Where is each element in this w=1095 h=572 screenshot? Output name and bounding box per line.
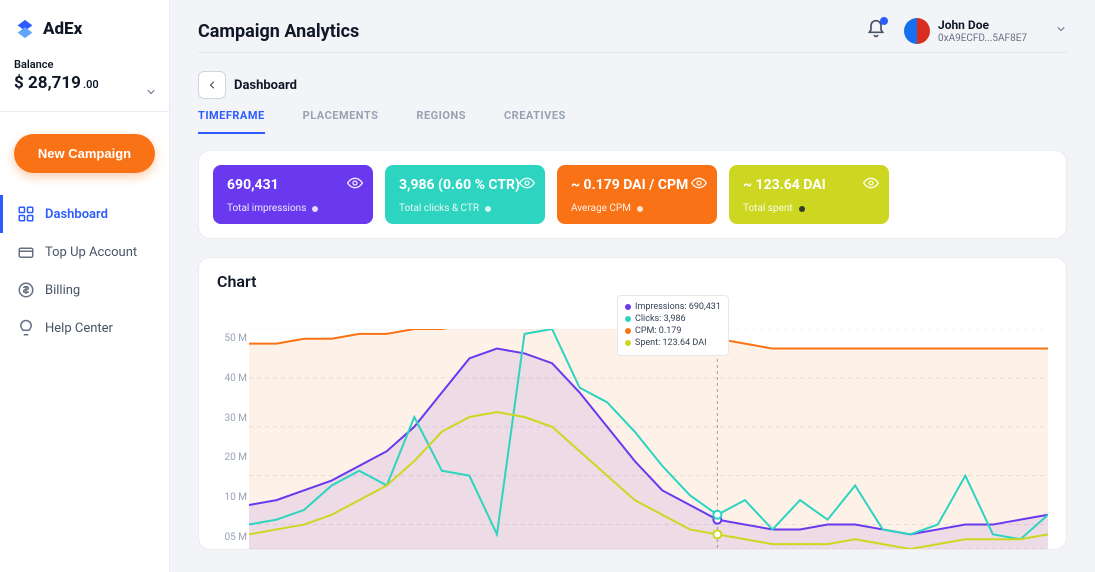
sidebar-item-help[interactable]: Help Center bbox=[0, 309, 169, 347]
y-axis-labels: 50 M 40 M 30 M 20 M 10 M 05 M bbox=[217, 333, 247, 543]
legend-dot-icon bbox=[625, 304, 631, 310]
dot-icon bbox=[485, 206, 491, 212]
eye-icon[interactable] bbox=[691, 175, 707, 191]
sidebar-item-dashboard[interactable]: Dashboard bbox=[0, 195, 169, 233]
sidebar-item-billing[interactable]: Billing bbox=[0, 271, 169, 309]
sidebar-item-label: Billing bbox=[45, 283, 80, 298]
breadcrumb: Dashboard bbox=[234, 78, 297, 93]
kpi-value: 690,431 bbox=[227, 177, 359, 193]
y-tick: 10 M bbox=[217, 492, 247, 503]
notification-dot bbox=[880, 17, 888, 25]
topbar: Campaign Analytics John Doe 0xA9ECFD...5… bbox=[198, 18, 1067, 44]
legend-spent: Spent: 123.64 DAI bbox=[635, 337, 707, 349]
sidebar-item-topup[interactable]: Top Up Account bbox=[0, 233, 169, 271]
eye-icon[interactable] bbox=[347, 175, 363, 191]
chart-card: Chart Impressions: 690,431 Clicks: 3,986… bbox=[198, 257, 1067, 550]
tab-timeframe[interactable]: TIMEFRAME bbox=[198, 109, 265, 134]
kpi-sub: Average CPM bbox=[571, 203, 631, 214]
dot-icon bbox=[799, 206, 805, 212]
balance-cents: .00 bbox=[83, 78, 99, 91]
eye-icon[interactable] bbox=[863, 175, 879, 191]
adex-icon bbox=[14, 18, 36, 40]
chart-tooltip: Impressions: 690,431 Clicks: 3,986 CPM: … bbox=[617, 295, 729, 356]
topup-icon bbox=[17, 243, 35, 261]
billing-icon bbox=[17, 281, 35, 299]
sidebar-item-label: Help Center bbox=[45, 321, 113, 336]
brand-logo: AdEx bbox=[0, 18, 169, 58]
kpi-sub: Total clicks & CTR bbox=[399, 203, 479, 214]
y-tick: 40 M bbox=[217, 373, 247, 384]
notifications-button[interactable] bbox=[866, 19, 886, 43]
balance-label: Balance bbox=[14, 58, 155, 71]
sidebar: AdEx Balance $ 28,719 .00 New Campaign D… bbox=[0, 0, 170, 572]
chart-title: Chart bbox=[217, 272, 1048, 291]
legend-dot-icon bbox=[625, 316, 631, 322]
tabs: TIMEFRAME PLACEMENTS REGIONS CREATIVES bbox=[198, 109, 1067, 134]
kpi-clicks[interactable]: 3,986 (0.60 % CTR) Total clicks & CTR bbox=[385, 165, 545, 224]
dashboard-icon bbox=[17, 205, 35, 223]
sidebar-item-label: Top Up Account bbox=[45, 245, 137, 260]
kpi-sub: Total impressions bbox=[227, 203, 306, 214]
user-address: 0xA9ECFD...5AF8E7 bbox=[938, 33, 1027, 44]
sidebar-item-label: Dashboard bbox=[45, 207, 108, 222]
user-menu[interactable]: John Doe 0xA9ECFD...5AF8E7 bbox=[904, 18, 1067, 44]
back-button[interactable] bbox=[198, 71, 226, 99]
kpi-cpm[interactable]: ~ 0.179 DAI / CPM Average CPM bbox=[557, 165, 717, 224]
tab-regions[interactable]: REGIONS bbox=[416, 109, 466, 134]
legend-dot-icon bbox=[625, 340, 631, 346]
avatar bbox=[904, 18, 930, 44]
legend-clicks: Clicks: 3,986 bbox=[635, 313, 686, 325]
user-name: John Doe bbox=[938, 18, 1027, 32]
legend-impressions: Impressions: 690,431 bbox=[635, 301, 721, 313]
main: Campaign Analytics John Doe 0xA9ECFD...5… bbox=[170, 0, 1095, 572]
help-icon bbox=[17, 319, 35, 337]
chart-area: Impressions: 690,431 Clicks: 3,986 CPM: … bbox=[217, 299, 1048, 549]
chevron-left-icon bbox=[206, 79, 218, 91]
kpi-value: 3,986 (0.60 % CTR) bbox=[399, 177, 531, 193]
balance-amount: $ 28,719 bbox=[14, 73, 81, 93]
dot-icon bbox=[637, 206, 643, 212]
tab-placements[interactable]: PLACEMENTS bbox=[303, 109, 379, 134]
kpi-sub: Total spent bbox=[743, 203, 793, 214]
brand-name: AdEx bbox=[43, 19, 82, 39]
balance-box[interactable]: Balance $ 28,719 .00 bbox=[0, 58, 169, 112]
kpi-row: 690,431 Total impressions 3,986 (0.60 % … bbox=[198, 150, 1067, 239]
y-tick: 05 M bbox=[217, 532, 247, 543]
kpi-value: ~ 0.179 DAI / CPM bbox=[571, 177, 703, 193]
tab-creatives[interactable]: CREATIVES bbox=[504, 109, 566, 134]
dot-icon bbox=[312, 206, 318, 212]
kpi-spent[interactable]: ~ 123.64 DAI Total spent bbox=[729, 165, 889, 224]
new-campaign-button[interactable]: New Campaign bbox=[14, 134, 155, 173]
page-title: Campaign Analytics bbox=[198, 21, 359, 42]
y-tick: 50 M bbox=[217, 333, 247, 344]
kpi-value: ~ 123.64 DAI bbox=[743, 177, 875, 193]
chart-plot bbox=[249, 329, 1048, 549]
chevron-down-icon bbox=[1055, 23, 1067, 39]
eye-icon[interactable] bbox=[519, 175, 535, 191]
divider bbox=[198, 52, 1067, 53]
y-tick: 20 M bbox=[217, 452, 247, 463]
y-tick: 30 M bbox=[217, 413, 247, 424]
chevron-down-icon bbox=[145, 86, 157, 102]
legend-dot-icon bbox=[625, 328, 631, 334]
legend-cpm: CPM: 0.179 bbox=[635, 325, 681, 337]
nav: Dashboard Top Up Account Billing Help Ce… bbox=[0, 195, 169, 347]
kpi-impressions[interactable]: 690,431 Total impressions bbox=[213, 165, 373, 224]
